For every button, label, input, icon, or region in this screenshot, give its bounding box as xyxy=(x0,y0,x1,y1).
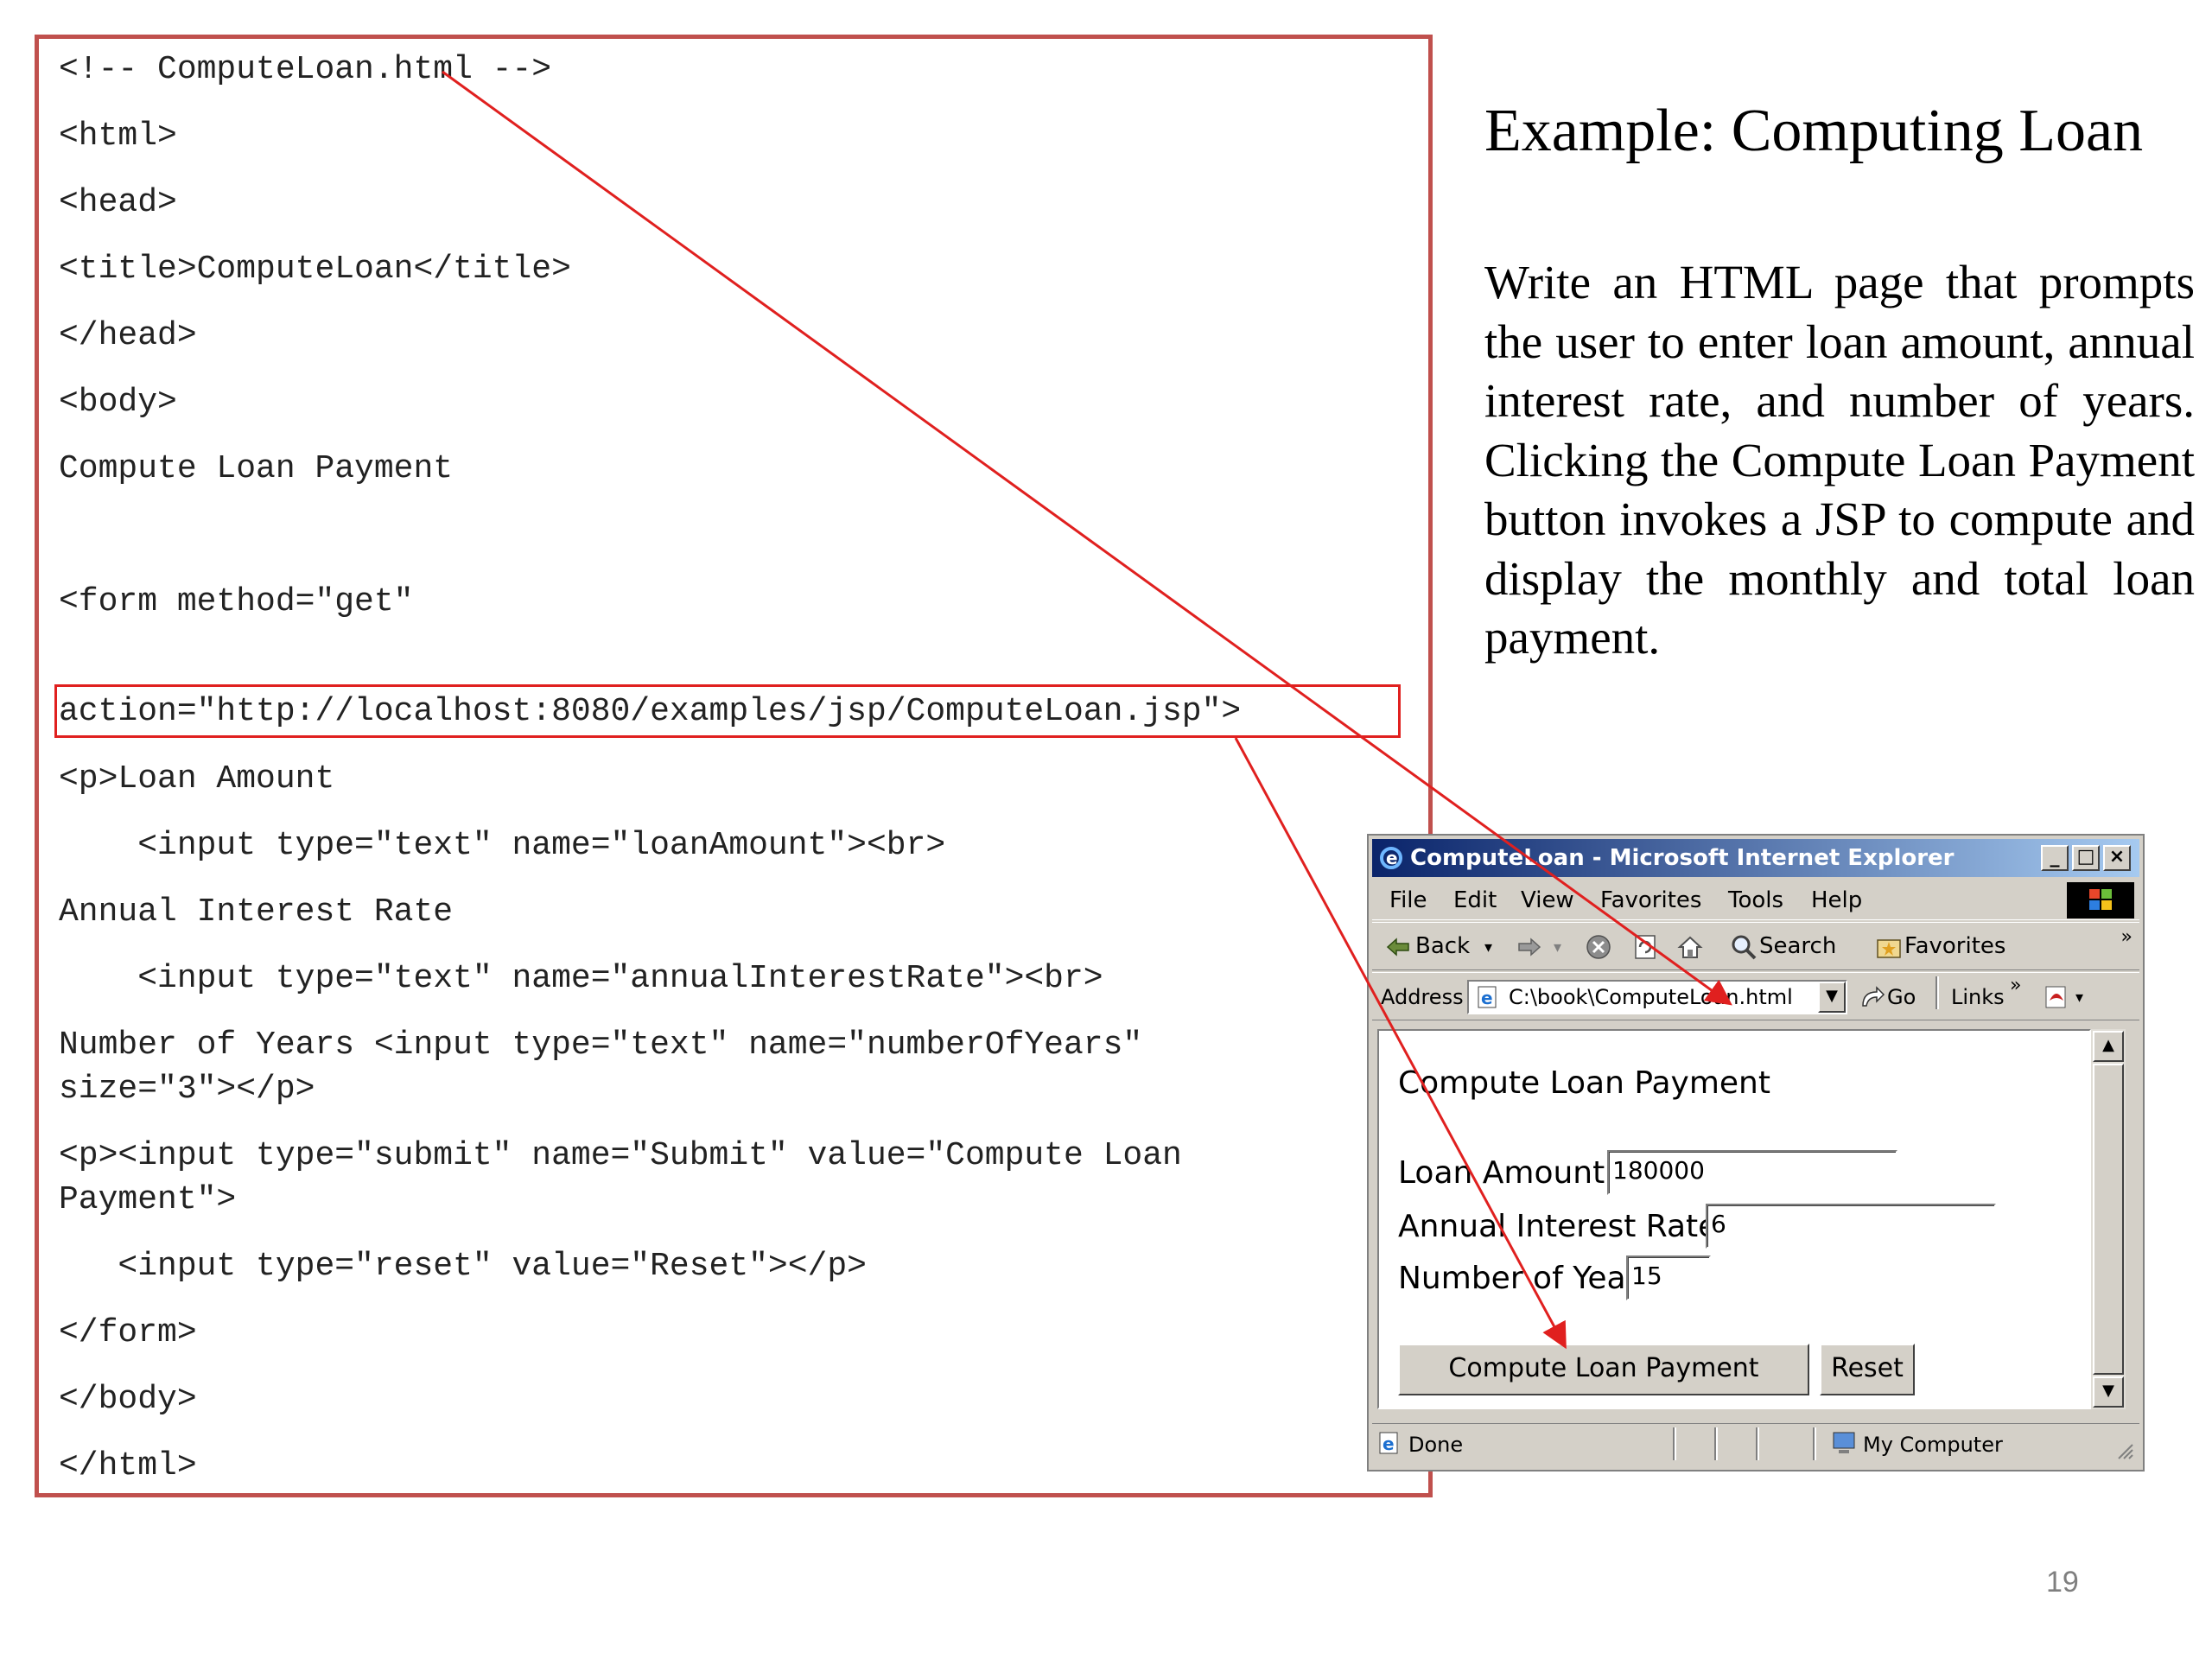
menu-edit[interactable]: Edit xyxy=(1453,887,1497,913)
code-line: <input type="reset" value="Reset"></p> xyxy=(59,1248,867,1285)
code-line: <input type="text" name="annualInterestR… xyxy=(59,960,1103,997)
years-input[interactable]: 15 xyxy=(1626,1255,1711,1300)
links-overflow-icon[interactable]: » xyxy=(2010,975,2021,996)
status-bar: e Done My Computer xyxy=(1372,1423,2139,1463)
page-icon: e xyxy=(1478,986,1497,1008)
menu-file[interactable]: File xyxy=(1389,887,1427,913)
separator xyxy=(1673,1427,1676,1460)
code-line: </html> xyxy=(59,1447,197,1484)
separator xyxy=(1714,1427,1718,1460)
code-line: size="3"></p> xyxy=(59,1071,315,1108)
resize-grip-icon[interactable] xyxy=(2113,1440,2134,1460)
page-content: Compute Loan Payment Loan Amount 180000 … xyxy=(1377,1029,2091,1409)
code-line: </body> xyxy=(59,1381,197,1418)
favorites-button[interactable]: Favorites xyxy=(1904,933,2005,959)
code-line: <title>ComputeLoan</title> xyxy=(59,251,571,288)
compute-loan-payment-button[interactable]: Compute Loan Payment xyxy=(1398,1344,1809,1395)
interest-rate-label: Annual Interest Rate xyxy=(1398,1209,1718,1244)
forward-dropdown-icon[interactable]: ▾ xyxy=(1554,938,1561,957)
standard-toolbar: Back ▾ ▾ Search Favorites » xyxy=(1372,922,2139,970)
interest-rate-input[interactable]: 6 xyxy=(1706,1204,1996,1249)
maximize-button[interactable]: □ xyxy=(2072,845,2100,871)
address-input[interactable]: e C:\book\ComputeLoan.html ▼ xyxy=(1467,980,1847,1014)
code-line: </head> xyxy=(59,317,197,354)
scroll-down-icon[interactable]: ▼ xyxy=(2093,1376,2124,1408)
browser-window: e ComputeLoan - Microsoft Internet Explo… xyxy=(1367,834,2145,1471)
back-dropdown-icon[interactable]: ▾ xyxy=(1484,938,1492,957)
slide-title: Example: Computing Loan xyxy=(1484,98,2144,164)
loan-amount-input[interactable]: 180000 xyxy=(1607,1150,1897,1195)
toolbar-overflow-icon[interactable]: » xyxy=(2121,926,2133,948)
security-zone: My Computer xyxy=(1863,1433,2003,1457)
slide-description: Write an HTML page that prompts the user… xyxy=(1484,256,2195,664)
code-line: <input type="text" name="loanAmount"><br… xyxy=(59,827,946,864)
window-title: ComputeLoan - Microsoft Internet Explore… xyxy=(1410,845,1955,871)
address-bar: Address e C:\book\ComputeLoan.html ▼ Go … xyxy=(1372,972,2139,1020)
code-line: <head> xyxy=(59,184,177,221)
page-number: 19 xyxy=(2046,1566,2079,1599)
go-arrow-icon[interactable] xyxy=(1858,983,1885,1011)
windows-logo-icon xyxy=(2067,882,2134,918)
menu-favorites[interactable]: Favorites xyxy=(1600,887,1701,913)
code-line: Number of Years <input type="text" name=… xyxy=(59,1027,1143,1064)
code-line: Payment"> xyxy=(59,1181,237,1218)
code-line: Annual Interest Rate xyxy=(59,893,454,931)
pdf-icon[interactable] xyxy=(2043,983,2070,1011)
scroll-up-icon[interactable]: ▲ xyxy=(2093,1031,2124,1062)
refresh-icon[interactable] xyxy=(1631,933,1659,961)
code-line: action="http://localhost:8080/examples/j… xyxy=(59,693,1242,730)
address-dropdown-icon[interactable]: ▼ xyxy=(1818,982,1846,1013)
code-line: </form> xyxy=(59,1314,197,1351)
reset-button[interactable]: Reset xyxy=(1820,1344,1915,1395)
svg-text:e: e xyxy=(1386,848,1398,868)
scroll-thumb[interactable] xyxy=(2093,1064,2124,1375)
svg-text:e: e xyxy=(1481,988,1493,1008)
page-done-icon: e xyxy=(1379,1432,1398,1454)
stop-icon[interactable] xyxy=(1585,933,1612,961)
code-line: <form method="get" xyxy=(59,583,414,620)
home-icon[interactable] xyxy=(1676,933,1704,961)
search-icon[interactable] xyxy=(1730,933,1758,961)
menu-bar: File Edit View Favorites Tools Help xyxy=(1372,880,2139,920)
code-line: <!-- ComputeLoan.html --> xyxy=(59,51,552,88)
menu-help[interactable]: Help xyxy=(1811,887,1862,913)
links-button[interactable]: Links xyxy=(1951,985,2005,1009)
code-line: <p>Loan Amount xyxy=(59,760,335,798)
title-bar[interactable]: e ComputeLoan - Microsoft Internet Explo… xyxy=(1372,839,2139,877)
code-line: Compute Loan Payment xyxy=(59,450,454,487)
loan-amount-label: Loan Amount xyxy=(1398,1155,1605,1191)
vertical-scrollbar[interactable]: ▲ ▼ xyxy=(2091,1029,2126,1409)
menu-view[interactable]: View xyxy=(1521,887,1574,913)
close-button[interactable]: × xyxy=(2103,845,2131,871)
separator xyxy=(1756,1427,1759,1460)
address-label: Address xyxy=(1381,985,1464,1009)
code-line: <html> xyxy=(59,118,177,155)
separator xyxy=(1813,1427,1816,1460)
svg-text:e: e xyxy=(1382,1433,1395,1454)
minimize-button[interactable]: _ xyxy=(2041,845,2069,871)
status-text: Done xyxy=(1408,1433,1464,1457)
ie-icon: e xyxy=(1380,847,1402,869)
code-line: <p><input type="submit" name="Submit" va… xyxy=(59,1137,1182,1174)
favorites-icon[interactable] xyxy=(1875,933,1903,961)
separator xyxy=(1936,976,1939,1009)
search-button[interactable]: Search xyxy=(1759,933,1836,959)
pdf-dropdown-icon[interactable]: ▾ xyxy=(2075,988,2083,1007)
code-line: <body> xyxy=(59,384,177,421)
menu-tools[interactable]: Tools xyxy=(1728,887,1783,913)
forward-arrow-icon[interactable] xyxy=(1516,933,1543,961)
go-button[interactable]: Go xyxy=(1887,985,1916,1009)
back-button[interactable]: Back xyxy=(1415,933,1470,959)
page-heading: Compute Loan Payment xyxy=(1398,1065,1770,1101)
my-computer-icon xyxy=(1833,1432,1855,1453)
back-arrow-icon[interactable] xyxy=(1384,933,1412,961)
years-label: Number of Years xyxy=(1398,1261,1656,1296)
